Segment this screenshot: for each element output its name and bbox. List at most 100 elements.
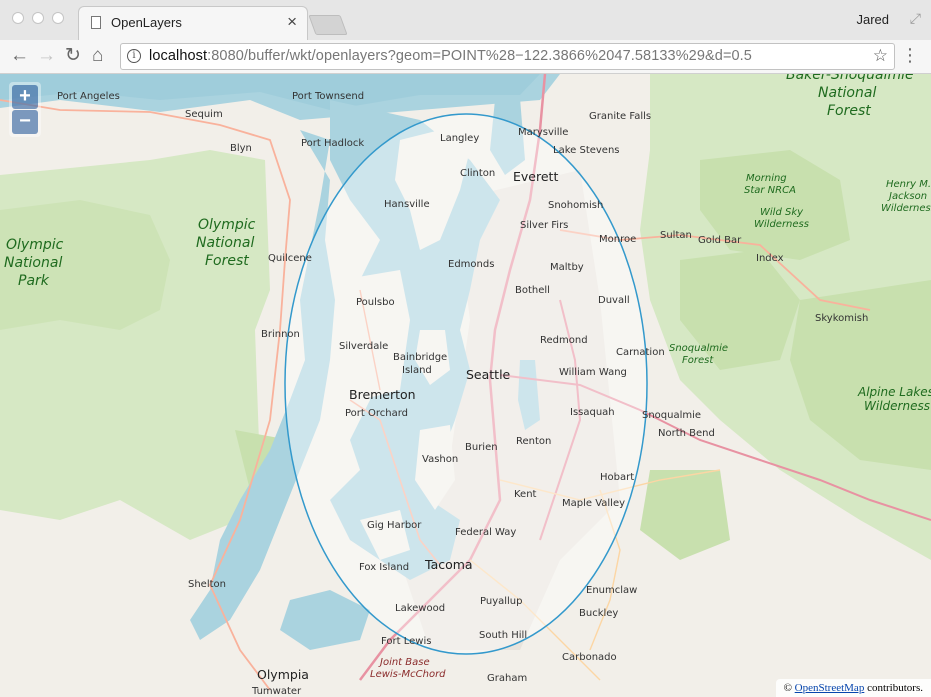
label-william-wang: William Wang: [559, 367, 627, 378]
label-redmond: Redmond: [540, 335, 588, 346]
label-south-hill: South Hill: [479, 630, 527, 641]
label-henry-jackson-1: Henry M.: [886, 179, 931, 190]
label-duvall: Duvall: [598, 295, 630, 306]
label-silver-firs: Silver Firs: [520, 220, 568, 231]
buffer-polygon[interactable]: [284, 113, 648, 655]
zoom-out-button[interactable]: −: [12, 110, 38, 134]
label-clinton: Clinton: [460, 168, 495, 179]
bookmark-star-icon[interactable]: ☆: [873, 46, 888, 66]
label-jblm-2: Lewis-McChord: [370, 669, 446, 680]
label-bainbridge-1: Bainbridge: [393, 352, 447, 363]
address-bar[interactable]: i localhost:8080/buffer/wkt/openlayers?g…: [120, 43, 895, 70]
label-port-townsend: Port Townsend: [292, 91, 364, 102]
label-kent: Kent: [514, 489, 537, 500]
label-carbonado: Carbonado: [562, 652, 617, 663]
browser-chrome: OpenLayers × Jared ⤢ ← → ↻ ⌂ i localhost…: [0, 0, 931, 74]
label-snoqualmie-forest-1: Snoqualmie: [669, 343, 728, 354]
label-henry-jackson-2: Jackson: [887, 191, 927, 202]
label-alpine-lakes-2: Wilderness: [864, 399, 930, 413]
url-host: localhost: [149, 48, 208, 64]
browser-toolbar: ← → ↻ ⌂ i localhost:8080/buffer/wkt/open…: [0, 40, 931, 74]
label-north-bend: North Bend: [658, 428, 715, 439]
label-bremerton: Bremerton: [349, 387, 416, 402]
label-jblm-1: Joint Base: [378, 657, 430, 668]
label-hobart: Hobart: [600, 472, 634, 483]
label-puyallup: Puyallup: [480, 596, 522, 607]
back-button[interactable]: ←: [10, 45, 29, 67]
label-olympic-np-3: Park: [18, 273, 50, 289]
label-federal-way: Federal Way: [455, 527, 516, 538]
label-carnation: Carnation: [616, 347, 665, 358]
label-morning-star-1: Morning: [746, 173, 787, 184]
label-renton: Renton: [516, 436, 551, 447]
label-olympic-np-1: Olympic: [6, 237, 64, 253]
label-burien: Burien: [465, 442, 498, 453]
label-olympic-nf-2: National: [196, 235, 254, 251]
label-gig-harbor: Gig Harbor: [367, 520, 422, 531]
label-baker-1: Baker-Snoqualmie: [786, 74, 914, 83]
label-snohomish: Snohomish: [548, 200, 603, 211]
tab-openlayers[interactable]: OpenLayers ×: [78, 6, 308, 40]
label-tumwater: Tumwater: [251, 686, 302, 697]
label-bothell: Bothell: [515, 285, 550, 296]
window-zoom-button[interactable]: [52, 12, 64, 24]
label-seattle: Seattle: [466, 367, 511, 382]
fullscreen-icon[interactable]: ⤢: [910, 10, 921, 27]
window-minimize-button[interactable]: [32, 12, 44, 24]
osm-link[interactable]: OpenStreetMap: [795, 682, 865, 694]
label-baker-2: National: [818, 85, 876, 101]
tab-close-button[interactable]: ×: [287, 13, 297, 31]
label-granite-falls: Granite Falls: [589, 111, 651, 122]
label-wild-sky-2: Wilderness: [754, 219, 809, 230]
label-bainbridge-2: Island: [402, 365, 432, 376]
label-port-orchard: Port Orchard: [345, 408, 408, 419]
attribution-prefix: ©: [783, 682, 795, 694]
tab-title: OpenLayers: [111, 15, 182, 30]
label-lakewood: Lakewood: [395, 603, 445, 614]
label-buckley: Buckley: [579, 608, 618, 619]
profile-name[interactable]: Jared: [856, 12, 889, 27]
url-text[interactable]: localhost:8080/buffer/wkt/openlayers?geo…: [149, 48, 752, 64]
label-fort-lewis: Fort Lewis: [381, 636, 431, 647]
label-tacoma: Tacoma: [424, 557, 473, 572]
zoom-in-button[interactable]: +: [12, 85, 38, 109]
label-sultan: Sultan: [660, 230, 692, 241]
label-poulsbo: Poulsbo: [356, 297, 395, 308]
home-button[interactable]: ⌂: [92, 45, 103, 67]
label-silverdale: Silverdale: [339, 341, 388, 352]
label-index: Index: [756, 253, 784, 264]
label-maple-valley: Maple Valley: [562, 498, 625, 509]
label-langley: Langley: [440, 133, 479, 144]
page-icon: [91, 16, 101, 29]
label-alpine-lakes-1: Alpine Lakes: [857, 385, 931, 399]
label-port-hadlock: Port Hadlock: [301, 138, 364, 149]
map-viewport[interactable]: Port Angeles Sequim Blyn Port Townsend P…: [0, 74, 931, 697]
label-skykomish: Skykomish: [815, 313, 868, 324]
label-sequim: Sequim: [185, 109, 223, 120]
label-port-angeles: Port Angeles: [57, 91, 120, 102]
info-icon[interactable]: i: [127, 49, 141, 63]
label-olympic-np-2: National: [4, 255, 62, 271]
map-attribution: © OpenStreetMap contributors.: [775, 679, 931, 697]
label-edmonds: Edmonds: [448, 259, 494, 270]
label-blyn: Blyn: [230, 143, 252, 154]
label-lake-stevens: Lake Stevens: [553, 145, 620, 156]
browser-menu-button[interactable]: ⋮: [901, 45, 919, 65]
label-wild-sky-1: Wild Sky: [760, 207, 804, 218]
label-gold-bar: Gold Bar: [698, 235, 742, 246]
map-canvas[interactable]: Port Angeles Sequim Blyn Port Townsend P…: [0, 74, 931, 697]
label-fox-island: Fox Island: [359, 562, 409, 573]
label-hansville: Hansville: [384, 199, 430, 210]
label-quilcene: Quilcene: [268, 253, 312, 264]
window-close-button[interactable]: [12, 12, 24, 24]
label-enumclaw: Enumclaw: [586, 585, 637, 596]
label-shelton: Shelton: [188, 579, 226, 590]
tab-bar: OpenLayers × Jared ⤢: [0, 0, 931, 40]
forward-button[interactable]: →: [37, 45, 56, 67]
label-graham: Graham: [487, 673, 527, 684]
label-olympic-nf-3: Forest: [205, 253, 249, 269]
label-brinnon: Brinnon: [261, 329, 300, 340]
reload-button[interactable]: ↻: [65, 45, 81, 67]
zoom-control: + −: [9, 82, 41, 137]
new-tab-button[interactable]: [308, 15, 348, 35]
